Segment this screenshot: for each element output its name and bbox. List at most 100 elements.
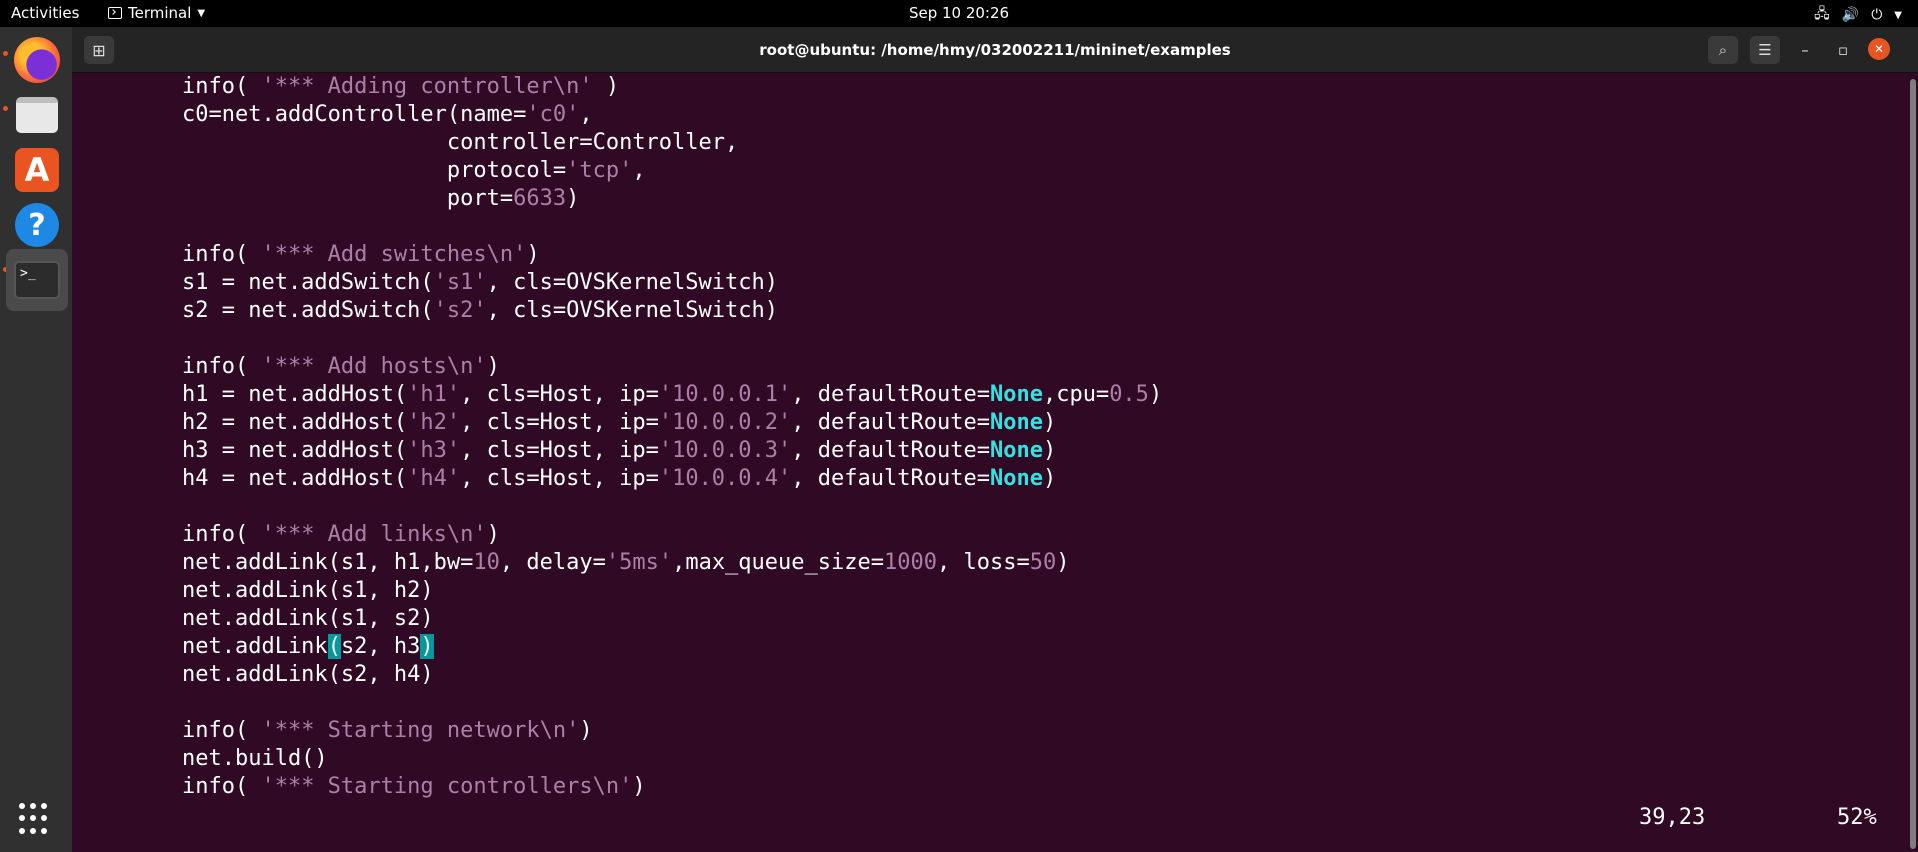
scroll-percent: 52% xyxy=(1837,805,1877,830)
code-token: net.addLink(s1, s2) xyxy=(129,606,434,631)
code-token: , cls=Host, ip= xyxy=(460,438,659,463)
code-token: ) xyxy=(592,74,620,99)
power-icon: ⏻ xyxy=(1871,7,1883,23)
code-token: ) xyxy=(566,186,580,211)
code-token: controller=Controller, xyxy=(129,130,739,155)
code-token: ,max_queue_size= xyxy=(672,550,884,575)
code-line: s1 = net.addSwitch('s1', cls=OVSKernelSw… xyxy=(129,269,1889,297)
code-token: h4 = net.addHost( xyxy=(129,466,408,491)
code-token: 0.5 xyxy=(1109,382,1149,407)
code-token: 'tcp' xyxy=(566,158,633,183)
code-line: h1 = net.addHost('h1', cls=Host, ip='10.… xyxy=(129,381,1889,409)
minimize-button[interactable]: – xyxy=(1790,36,1820,64)
code-token: '10.0.0.2' xyxy=(658,410,792,435)
code-token: , defaultRoute= xyxy=(791,438,990,463)
code-token: info( xyxy=(129,242,262,267)
chevron-down-icon: ▼ xyxy=(1894,9,1902,21)
folder-icon xyxy=(16,97,58,133)
terminal-text-area[interactable]: info( '*** Adding controller\n' ) c0=net… xyxy=(129,73,1889,801)
title-bar: ⊞ root@ubuntu: /home/hmy/032002211/minin… xyxy=(72,27,1918,73)
code-token: , defaultRoute= xyxy=(791,466,990,491)
software-launcher[interactable]: A xyxy=(6,139,68,201)
code-line: net.build() xyxy=(129,745,1889,773)
code-token: , xyxy=(579,102,593,127)
code-token: 6633 xyxy=(513,186,567,211)
close-icon: ✕ xyxy=(1873,42,1885,56)
code-token: , defaultRoute= xyxy=(791,410,990,435)
code-token: None xyxy=(989,438,1043,463)
clock[interactable]: Sep 10 20:26 xyxy=(0,4,1918,22)
code-token: s1 = net.addSwitch( xyxy=(129,270,434,295)
software-store-icon: A xyxy=(15,148,59,192)
code-token: , loss= xyxy=(936,550,1030,575)
code-token: net.build() xyxy=(129,746,328,771)
chevron-down-icon: ▼ xyxy=(197,7,206,19)
activities-button[interactable]: Activities xyxy=(11,4,79,22)
code-token: , cls=Host, ip= xyxy=(460,466,659,491)
terminal-icon xyxy=(108,7,122,19)
code-token: net.addLink(s2, h4) xyxy=(129,662,434,687)
code-token: None xyxy=(989,410,1043,435)
code-token: '5ms' xyxy=(605,550,673,575)
search-button[interactable]: ⌕ xyxy=(1708,36,1738,64)
code-token: protocol= xyxy=(129,158,567,183)
terminal-launcher[interactable]: >_ xyxy=(6,249,68,311)
files-launcher[interactable] xyxy=(6,84,68,146)
volume-icon: 🔊 xyxy=(1841,7,1860,23)
code-token: '10.0.0.1' xyxy=(658,382,792,407)
code-token: 'h1' xyxy=(407,382,461,407)
app-menu[interactable]: Terminal ▼ xyxy=(108,4,205,22)
firefox-launcher[interactable] xyxy=(6,29,68,91)
code-line: net.addLink(s1, h1,bw=10, delay='5ms',ma… xyxy=(129,549,1889,577)
code-line: info( '*** Adding controller\n' ) xyxy=(129,73,1889,101)
code-token: ) xyxy=(632,774,646,799)
code-token: net.addLink(s1, h1,bw= xyxy=(129,550,474,575)
network-icon: 🖧 xyxy=(1814,6,1830,22)
code-token: 'c0' xyxy=(526,102,580,127)
code-token: 'h4' xyxy=(407,466,461,491)
window-title: root@ubuntu: /home/hmy/032002211/mininet… xyxy=(759,41,1231,59)
show-applications-button[interactable] xyxy=(19,803,51,835)
new-tab-button[interactable]: ⊞ xyxy=(84,36,114,64)
code-line: info( '*** Add switches\n') xyxy=(129,241,1889,269)
code-token: port= xyxy=(129,186,514,211)
code-token: , delay= xyxy=(499,550,606,575)
code-line: net.addLink(s2, h4) xyxy=(129,661,1889,689)
code-token: None xyxy=(989,382,1043,407)
scrollbar[interactable] xyxy=(1910,79,1916,849)
code-token: h2 = net.addHost( xyxy=(129,410,408,435)
maximize-button[interactable]: ▫ xyxy=(1828,36,1858,64)
bracket-match-highlight: ( xyxy=(327,634,341,659)
code-line: h4 = net.addHost('h4', cls=Host, ip='10.… xyxy=(129,465,1889,493)
close-button[interactable]: ✕ xyxy=(1868,38,1890,60)
code-token: ) xyxy=(526,242,540,267)
code-token: , cls=OVSKernelSwitch) xyxy=(486,298,779,323)
code-line: protocol='tcp', xyxy=(129,157,1889,185)
cursor-position: 39,23 xyxy=(1639,805,1706,830)
bracket-match-highlight: ) xyxy=(420,634,434,659)
code-token: h3 = net.addHost( xyxy=(129,438,408,463)
code-token: 'h3' xyxy=(407,438,461,463)
code-token: , xyxy=(632,158,646,183)
code-token: 's1' xyxy=(433,270,487,295)
code-token: ) xyxy=(1042,438,1057,463)
terminal-window: ⊞ root@ubuntu: /home/hmy/032002211/minin… xyxy=(72,27,1918,852)
code-token: '10.0.0.4' xyxy=(658,466,792,491)
code-token: net.addLink(s1, h2) xyxy=(129,578,434,603)
code-token: '*** Add switches\n' xyxy=(261,242,527,267)
app-menu-label: Terminal xyxy=(128,4,192,22)
code-token: '*** Starting controllers\n' xyxy=(261,774,633,799)
system-tray[interactable]: 🖧 🔊 ⏻ ▼ xyxy=(1814,3,1902,27)
code-token: 50 xyxy=(1029,550,1057,575)
code-token: info( xyxy=(129,522,262,547)
code-line: info( '*** Add hosts\n') xyxy=(129,353,1889,381)
code-token: ) xyxy=(1042,410,1057,435)
terminal-icon: >_ xyxy=(14,261,60,299)
code-token: ) xyxy=(486,354,500,379)
code-token: 10 xyxy=(473,550,500,575)
code-token: ) xyxy=(579,718,593,743)
menu-button[interactable]: ☰ xyxy=(1750,36,1780,64)
help-launcher[interactable]: ? xyxy=(6,194,68,256)
